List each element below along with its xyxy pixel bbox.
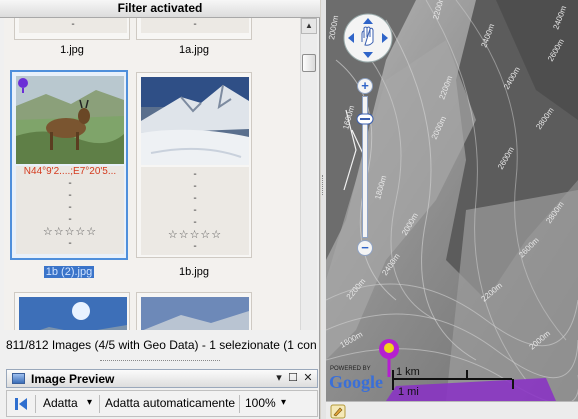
scroll-up-arrow-icon[interactable]: ▲ — [301, 18, 317, 34]
app-window: Filter activated ☆☆☆☆☆ - 1.jpg ☆☆☆☆☆ - 1… — [0, 0, 578, 419]
thumbnail-filename-selected: 1b (2).jpg — [43, 266, 95, 278]
thumbnail-meta: ☆☆☆☆☆ - — [19, 18, 127, 33]
thumbnail-image[interactable] — [19, 297, 127, 330]
geo-pin-icon — [18, 78, 28, 93]
panel-close-button[interactable]: ✕ — [302, 372, 314, 385]
google-logo[interactable]: Google — [329, 372, 383, 393]
map-zoom-slider-thumb[interactable] — [356, 112, 374, 126]
map-zoom-out-button[interactable]: − — [357, 240, 373, 256]
map-view[interactable]: 2000m 2200m 2400m 2400m 2400m 2600m 2200… — [326, 0, 578, 401]
panel-menu-button[interactable]: ▾ — [273, 372, 285, 385]
panel-resize-grip[interactable] — [100, 360, 220, 364]
thumbnail-filename: 1.jpg — [60, 44, 84, 56]
scroll-thumb[interactable] — [302, 54, 316, 72]
preview-toolbar: Adatta ▾ Adatta automaticamente 100% ▾ — [6, 390, 318, 417]
rating-stars[interactable]: ☆☆☆☆☆ — [16, 226, 124, 238]
thumbnail-card[interactable]: ☆☆☆☆☆ - — [14, 18, 130, 40]
fit-dropdown-arrow-icon[interactable]: ▾ — [87, 397, 92, 408]
status-text: 811/812 Images (4/5 with Geo Data) - 1 s… — [6, 338, 317, 352]
image-preview-titlebar: Image Preview ▾ ☐ ✕ — [6, 369, 318, 388]
zoom-dropdown-arrow-icon[interactable]: ▾ — [281, 397, 286, 408]
zoom-level[interactable]: 100% — [245, 396, 276, 410]
thumbnail-card-selected[interactable]: N44°9'2....;E7°20'5... - - - - ☆☆☆☆☆ - — [10, 70, 128, 260]
thumbnail-meta: N44°9'2....;E7°20'5... - - - - ☆☆☆☆☆ - — [16, 166, 124, 254]
first-image-icon[interactable] — [15, 397, 27, 411]
thumbnail-image[interactable] — [141, 297, 249, 330]
thumbnail-card[interactable]: - - - - - ☆☆☆☆☆ - — [136, 72, 252, 258]
scale-km-label: 1 km — [396, 366, 420, 378]
pencil-icon[interactable] — [330, 404, 346, 419]
thumbnail-card[interactable] — [14, 292, 130, 330]
scale-mi-label: 1 mi — [398, 386, 419, 398]
scale-bar — [392, 378, 512, 380]
thumbnail-scrollbar[interactable]: ▲ — [300, 18, 317, 330]
auto-fit-button[interactable]: Adatta automaticamente — [105, 396, 235, 410]
geo-coordinates: N44°9'2....;E7°20'5... — [23, 166, 117, 177]
map-bottom-toolbar — [326, 401, 578, 419]
panel-float-button[interactable]: ☐ — [287, 372, 299, 385]
thumbnail-card[interactable] — [136, 292, 252, 330]
filter-status-bar: Filter activated — [0, 0, 320, 18]
thumbnail-card[interactable]: ☆☆☆☆☆ - — [136, 18, 252, 40]
thumbnail-filename: 1b.jpg — [179, 266, 209, 278]
rating-stars[interactable]: ☆☆☆☆☆ — [141, 229, 249, 241]
fit-button[interactable]: Adatta — [43, 396, 78, 410]
image-browser-panel: Filter activated ☆☆☆☆☆ - 1.jpg ☆☆☆☆☆ - 1… — [0, 0, 320, 419]
thumbnail-meta: ☆☆☆☆☆ - — [141, 18, 249, 33]
thumbnail-filename: 1a.jpg — [179, 44, 209, 56]
thumbnail-meta: - - - - - ☆☆☆☆☆ - — [141, 167, 249, 255]
thumbnail-image[interactable] — [16, 76, 124, 164]
preview-panel-title: Image Preview — [31, 372, 115, 386]
map-pan-control[interactable] — [342, 12, 394, 64]
map-zoom-in-button[interactable]: + — [357, 78, 373, 94]
thumbnail-image[interactable] — [141, 77, 249, 165]
preview-window-icon — [12, 373, 25, 384]
thumbnail-grid[interactable]: ☆☆☆☆☆ - 1.jpg ☆☆☆☆☆ - 1a.jpg — [4, 18, 300, 330]
